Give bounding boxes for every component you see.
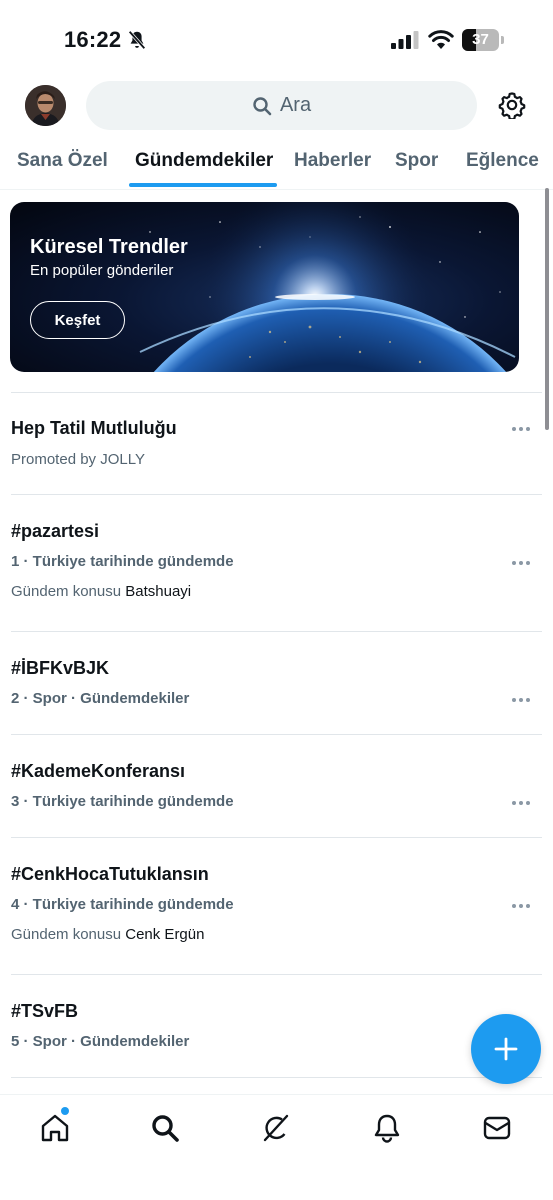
banner-title: Küresel Trendler [30,236,188,258]
more-icon[interactable] [511,903,531,909]
banner-subtitle: En popüler gönderiler [30,262,174,279]
search-input[interactable]: Ara [86,81,477,130]
global-trends-banner[interactable]: Küresel Trendler En popüler gönderiler K… [10,202,519,372]
battery-cap [501,36,504,44]
trend-meta: 5 · Spor · Gündemdekiler [11,1033,190,1050]
trend-title: #CenkHocaTutuklansın [11,864,209,884]
trend-title: Hep Tatil Mutluluğu [11,418,177,438]
battery-icon: 37 [462,29,504,51]
status-time: 16:22 [64,27,122,52]
trend-topic: Gündem konusu Cenk Ergün [11,926,204,943]
trend-topic: Gündem konusu Batshuayi [11,583,191,600]
trend-item[interactable]: #İBFKvBJK 2 · Spor · Gündemdekiler [0,632,553,735]
status-bar: 16:22 37 [0,0,553,78]
search-icon [253,96,272,115]
search-placeholder: Ara [279,94,312,116]
trend-title: #pazartesi [11,521,100,541]
trend-item-promoted[interactable]: Hep Tatil Mutluluğu Promoted by JOLLY [0,393,553,495]
signal-icon [391,31,419,49]
tab-eglence[interactable]: Eğlence [466,150,539,172]
compose-button[interactable] [471,1014,541,1084]
trend-title: #KademeKonferansı [11,761,186,781]
plus-icon [494,1037,518,1061]
tab-spor[interactable]: Spor [395,150,438,172]
tab-bar: Sana Özel Gündemdekiler Haberler Spor Eğ… [0,140,553,190]
tab-gundemdekiler[interactable]: Gündemdekiler [135,150,273,172]
wifi-icon [428,30,454,49]
earth-image [10,202,519,372]
trend-item[interactable]: #TSvFB 5 · Spor · Gündemdekiler [0,975,553,1078]
search-icon[interactable] [150,1113,180,1143]
trend-meta: 4 · Türkiye tarihinde gündemde [11,896,234,913]
tab-sana-ozel[interactable]: Sana Özel [17,150,108,172]
gear-icon[interactable] [498,91,526,119]
trend-meta: 1 · Türkiye tarihinde gündemde [11,553,234,570]
trend-item[interactable]: #KademeKonferansı 3 · Türkiye tarihinde … [0,735,553,838]
trend-title: #İBFKvBJK [11,658,110,678]
trend-item[interactable]: #pazartesi 1 · Türkiye tarihinde gündemd… [0,495,553,631]
topic-prefix: Gündem konusu [11,583,122,600]
divider [11,1077,542,1078]
home-icon[interactable] [40,1113,70,1143]
trend-meta: 2 · Spor · Gündemdekiler [11,690,190,707]
trend-meta: 3 · Türkiye tarihinde gündemde [11,793,234,810]
more-icon[interactable] [511,426,531,432]
bottom-nav [0,1094,553,1200]
topic-prefix: Gündem konusu [11,926,122,943]
tab-haberler[interactable]: Haberler [294,150,371,172]
explore-button[interactable]: Keşfet [30,301,125,339]
more-icon[interactable] [511,697,531,703]
trend-title: #TSvFB [11,1001,79,1021]
topic-name: Cenk Ergün [125,926,205,943]
active-tab-indicator [129,183,277,187]
avatar[interactable] [25,85,66,126]
avatar-image [25,85,66,126]
grok-icon[interactable] [261,1113,291,1143]
more-icon[interactable] [511,560,531,566]
mail-icon[interactable] [482,1113,512,1143]
topic-name: Batshuayi [125,583,192,600]
bell-slash-icon [128,30,146,50]
more-icon[interactable] [511,800,531,806]
bell-icon[interactable] [372,1113,402,1143]
promoted-label: Promoted by JOLLY [11,451,145,468]
battery-percent: 37 [472,31,489,48]
trend-item[interactable]: #CenkHocaTutuklansın 4 · Türkiye tarihin… [0,838,553,974]
home-notification-dot [61,1107,69,1115]
